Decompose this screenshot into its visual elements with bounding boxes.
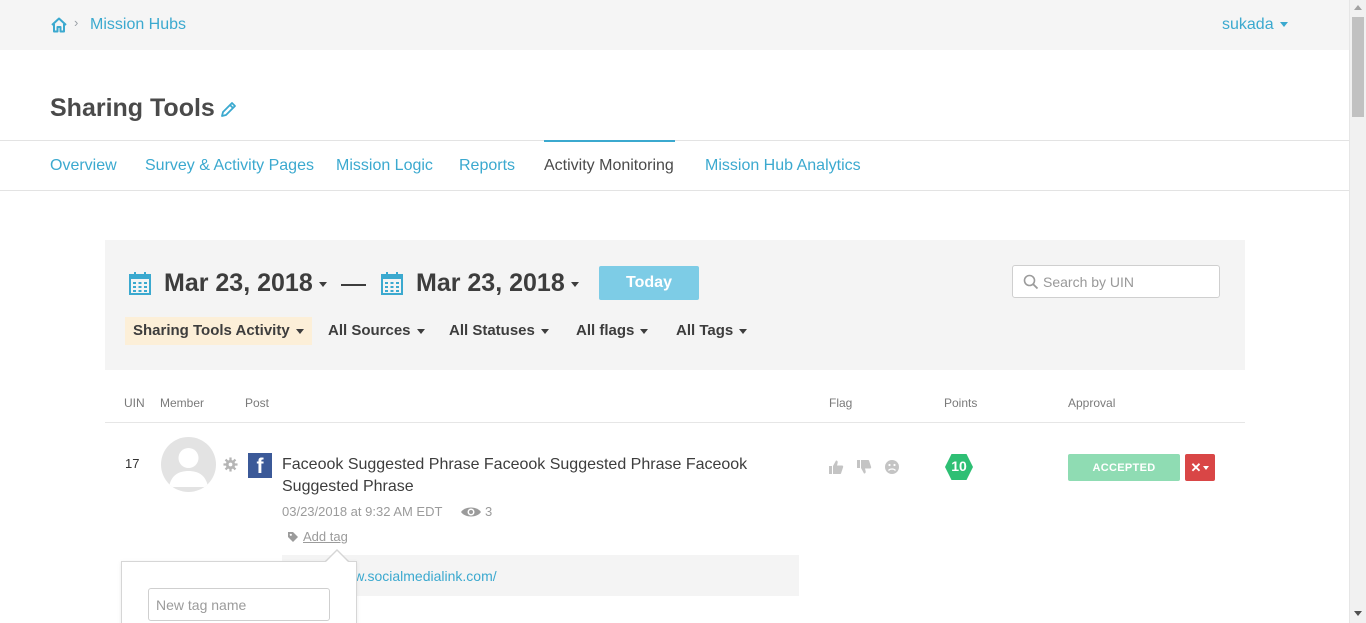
scroll-up-arrow-icon[interactable] bbox=[1354, 5, 1362, 10]
new-tag-input[interactable] bbox=[148, 588, 330, 621]
tab-bar: Overview Survey & Activity Pages Mission… bbox=[0, 140, 1349, 191]
header-uin: UIN bbox=[124, 396, 145, 410]
chevron-down-icon bbox=[540, 328, 549, 334]
breadcrumb-mission-hubs-link[interactable]: Mission Hubs bbox=[90, 16, 186, 34]
chevron-down-icon bbox=[318, 281, 327, 287]
chevron-down-icon bbox=[640, 328, 649, 334]
activity-type-label: Sharing Tools Activity bbox=[133, 322, 290, 339]
tab-reports[interactable]: Reports bbox=[459, 157, 515, 175]
page-title: Sharing Tools bbox=[50, 94, 215, 122]
add-tag-popover bbox=[121, 561, 357, 623]
sources-dropdown[interactable]: All Sources bbox=[320, 317, 433, 345]
home-icon[interactable] bbox=[50, 16, 68, 34]
activity-type-dropdown[interactable]: Sharing Tools Activity bbox=[125, 317, 312, 345]
scroll-down-arrow-icon[interactable] bbox=[1354, 611, 1362, 616]
active-tab-indicator bbox=[544, 140, 675, 142]
chevron-down-icon bbox=[570, 281, 579, 287]
points-value: 10 bbox=[951, 458, 967, 474]
post-text: Faceook Suggested Phrase Faceook Suggest… bbox=[282, 456, 748, 495]
frown-icon[interactable] bbox=[884, 459, 900, 475]
header-divider bbox=[105, 422, 1245, 423]
date-range-dash bbox=[341, 284, 366, 286]
user-menu[interactable]: sukada bbox=[1222, 16, 1288, 34]
view-count: 3 bbox=[485, 504, 493, 519]
avatar[interactable] bbox=[161, 437, 216, 492]
scrollbar-thumb[interactable] bbox=[1352, 17, 1364, 117]
start-date-value: Mar 23, 2018 bbox=[164, 269, 313, 297]
add-tag-link[interactable]: Add tag bbox=[303, 529, 348, 544]
close-icon: ✕ bbox=[1190, 459, 1202, 475]
end-date-picker[interactable]: Mar 23, 2018 bbox=[416, 269, 579, 298]
tags-label: All Tags bbox=[676, 322, 734, 339]
header-member: Member bbox=[160, 396, 205, 410]
calendar-icon[interactable] bbox=[381, 271, 403, 295]
reject-dropdown-button[interactable]: ✕ bbox=[1185, 454, 1215, 481]
tab-overview[interactable]: Overview bbox=[50, 157, 117, 175]
row-uin: 17 bbox=[125, 456, 140, 471]
thumbs-down-icon[interactable] bbox=[856, 459, 872, 475]
link-preview: https://www.socialmedialink.com/ bbox=[282, 555, 799, 596]
post-timestamp: 03/23/2018 at 9:32 AM EDT bbox=[282, 504, 443, 519]
chevron-down-icon bbox=[1203, 466, 1210, 471]
facebook-icon: f bbox=[248, 453, 272, 478]
user-name: sukada bbox=[1222, 16, 1274, 33]
today-button[interactable]: Today bbox=[599, 266, 699, 300]
start-date-picker[interactable]: Mar 23, 2018 bbox=[164, 269, 327, 298]
pencil-icon[interactable] bbox=[219, 100, 238, 119]
tab-survey-activity-pages[interactable]: Survey & Activity Pages bbox=[145, 157, 314, 175]
gear-icon[interactable] bbox=[223, 457, 238, 472]
chevron-down-icon bbox=[416, 328, 425, 334]
eye-icon bbox=[461, 507, 481, 517]
tab-mission-logic[interactable]: Mission Logic bbox=[336, 157, 433, 175]
user-silhouette-icon bbox=[169, 448, 208, 487]
calendar-icon[interactable] bbox=[129, 271, 151, 295]
chevron-down-icon bbox=[739, 328, 748, 334]
header-post: Post bbox=[245, 396, 270, 410]
search-icon bbox=[1023, 274, 1039, 290]
statuses-label: All Statuses bbox=[449, 322, 535, 339]
chevron-down-icon bbox=[295, 328, 304, 334]
search-box bbox=[1012, 265, 1220, 298]
chevron-down-icon bbox=[1279, 22, 1288, 28]
statuses-dropdown[interactable]: All Statuses bbox=[441, 317, 557, 345]
flags-dropdown[interactable]: All flags bbox=[568, 317, 656, 345]
thumbs-up-icon[interactable] bbox=[828, 459, 844, 475]
search-uin-input[interactable] bbox=[1043, 266, 1213, 297]
tag-icon bbox=[288, 532, 298, 542]
popover-arrow-fill bbox=[326, 551, 348, 562]
accepted-status-button[interactable]: ACCEPTED bbox=[1068, 454, 1180, 481]
header-flag: Flag bbox=[829, 396, 853, 410]
sources-label: All Sources bbox=[328, 322, 411, 339]
flags-label: All flags bbox=[576, 322, 635, 339]
tab-activity-monitoring[interactable]: Activity Monitoring bbox=[544, 157, 674, 175]
vertical-scrollbar[interactable] bbox=[1349, 0, 1366, 623]
tab-mission-hub-analytics[interactable]: Mission Hub Analytics bbox=[705, 157, 861, 175]
end-date-value: Mar 23, 2018 bbox=[416, 269, 565, 297]
filter-panel: Mar 23, 2018 Mar 23, 2018 Today Sharing … bbox=[105, 240, 1245, 370]
breadcrumb-separator: › bbox=[74, 15, 79, 30]
tags-dropdown[interactable]: All Tags bbox=[668, 317, 755, 345]
header-approval: Approval bbox=[1068, 396, 1116, 410]
top-bar: › Mission Hubs sukada bbox=[0, 0, 1349, 50]
header-points: Points bbox=[944, 396, 978, 410]
